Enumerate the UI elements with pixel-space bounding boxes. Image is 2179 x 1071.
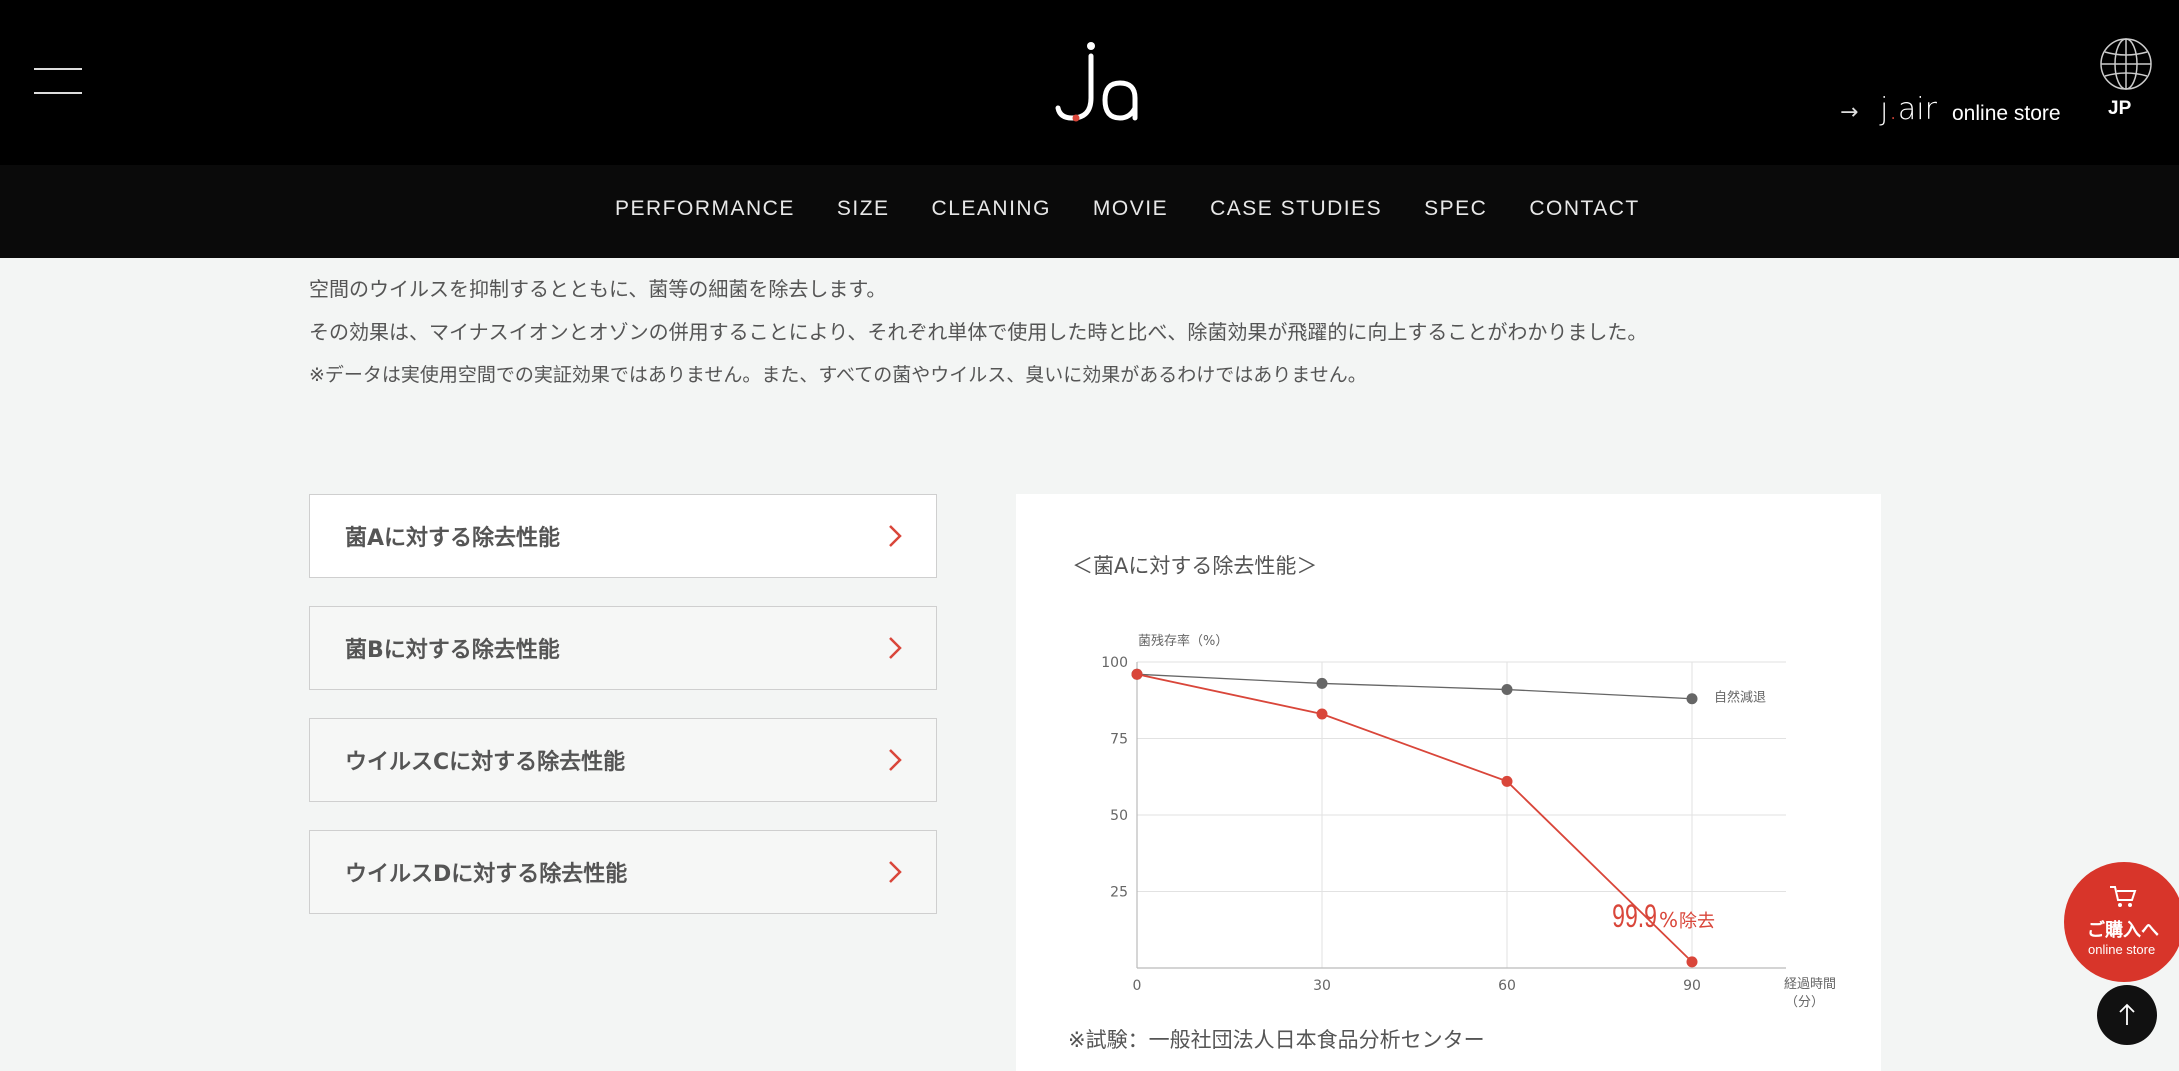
buy-button[interactable]: ご購入へ online store [2064,862,2179,982]
arrow-up-icon [2119,1003,2135,1025]
intro-line-2: その効果は、マイナスイオンとオゾンの併用することにより、それぞれ単体で使用した時… [309,320,1648,344]
series-line-natural-decay [1136,673,1693,700]
main-nav: PERFORMANCE SIZE CLEANING MOVIE CASE STU… [0,165,2179,258]
data-point [1131,668,1143,680]
chevron-right-icon [889,861,902,883]
y-tick-label: 25 [1110,885,1128,901]
intro-line-1: 空間のウイルスを抑制するとともに、菌等の細菌を除去します。 [309,277,887,301]
series-line-removal [1136,673,1693,963]
site-header: → j.air online store JP [0,0,2179,165]
nav-performance[interactable]: PERFORMANCE [615,197,795,221]
tab-label: ウイルスDに対する除去性能 [345,862,628,887]
annotation-unit: % [1659,908,1678,932]
menu-icon[interactable] [34,66,84,96]
chart-panel: ＜菌Aに対する除去性能＞ 100 75 50 25 0 30 60 90 菌残存率（%） 経過時間… [1016,494,1881,1071]
x-tick-label: 90 [1683,978,1701,994]
tab-label: ウイルスCに対する除去性能 [345,750,626,775]
language-label: JP [2108,98,2132,119]
y-tick-label: 100 [1101,655,1128,671]
x-tick-label: 0 [1133,978,1142,994]
tab-label: 菌Bに対する除去性能 [345,638,560,663]
x-axis-unit: （分） [1785,995,1824,1010]
arrow-right-icon: → [1840,100,1859,125]
x-axis-label: 経過時間 [1784,977,1836,992]
chevron-right-icon [889,637,902,659]
brand-logo[interactable] [1050,38,1140,126]
x-tick-label: 30 [1313,978,1331,994]
data-point [1501,684,1513,696]
annotation-value: 99.9 [1612,898,1657,934]
series-label: 自然減退 [1714,690,1766,706]
nav-spec[interactable]: SPEC [1424,197,1487,221]
buy-label: ご購入へ [2087,920,2159,941]
buy-sublabel: online store [2088,942,2156,957]
store-label: online store [1952,102,2061,125]
data-point [1686,693,1698,705]
performance-tabs: 菌Aに対する除去性能 菌Bに対する除去性能 ウイルスCに対する除去性能 ウイルス… [309,494,937,942]
tab-label: 菌Aに対する除去性能 [345,526,561,551]
removal-chart: 100 75 50 25 0 30 60 90 菌残存率（%） 経過時間 （分） 自然減退 99.9% 除… [1101,633,1836,1010]
data-point [1686,956,1698,968]
y-axis-label: 菌残存率（%） [1138,633,1228,649]
store-brand: j.air [1880,92,1937,127]
nav-cleaning[interactable]: CLEANING [932,197,1051,221]
x-tick-label: 60 [1498,978,1516,994]
intro-text: 空間のウイルスを抑制するとともに、菌等の細菌を除去します。 その効果は、マイナス… [309,268,1647,397]
back-to-top-button[interactable] [2097,985,2157,1045]
chevron-right-icon [889,525,902,547]
tab-bacteria-b[interactable]: 菌Bに対する除去性能 [309,606,937,690]
data-point [1316,677,1328,689]
chevron-right-icon [889,749,902,771]
intro-note: ※データは実使用空間での実証効果ではありません。また、すべての菌やウイルス、臭い… [309,364,1367,386]
language-switcher[interactable]: JP [2098,36,2154,126]
tab-bacteria-a[interactable]: 菌Aに対する除去性能 [309,494,937,578]
chart-footnote: ※試験：一般社団法人日本食品分析センター [1068,1028,1485,1052]
annotation-label: 除去 [1679,911,1715,932]
data-point [1316,708,1328,720]
data-point [1501,775,1513,787]
tab-virus-d[interactable]: ウイルスDに対する除去性能 [309,830,937,914]
tab-virus-c[interactable]: ウイルスCに対する除去性能 [309,718,937,802]
nav-size[interactable]: SIZE [837,197,890,221]
nav-contact[interactable]: CONTACT [1529,197,1639,221]
cart-icon [2110,886,2137,907]
y-tick-label: 50 [1110,808,1128,824]
nav-movie[interactable]: MOVIE [1093,197,1168,221]
nav-case-studies[interactable]: CASE STUDIES [1210,197,1382,221]
y-tick-label: 75 [1110,732,1128,748]
globe-icon [2100,38,2152,90]
